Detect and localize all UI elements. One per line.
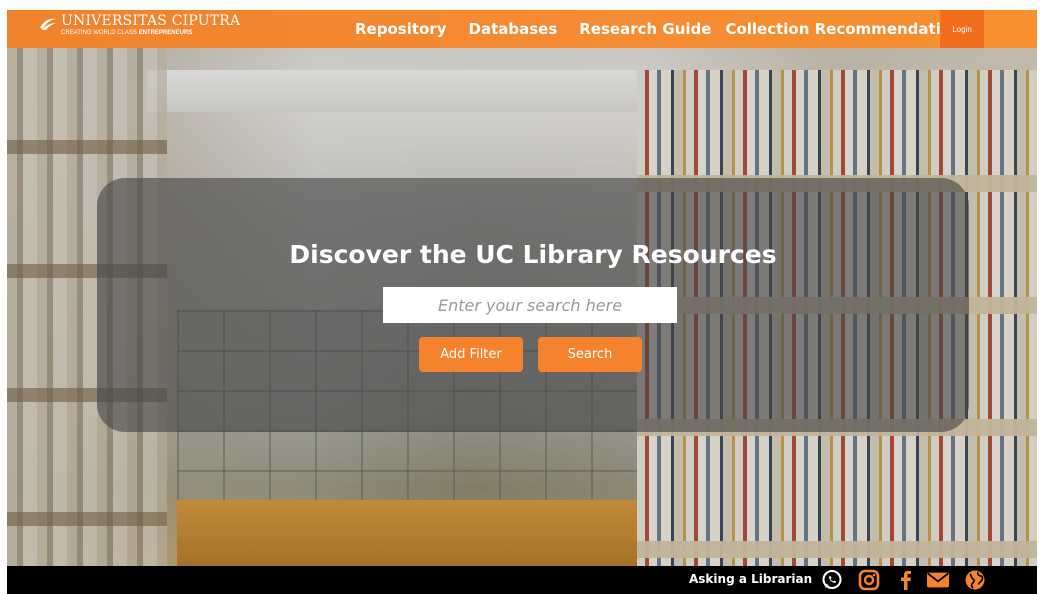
- hero-title: Discover the UC Library Resources: [289, 240, 777, 269]
- search-button[interactable]: Search: [538, 337, 642, 372]
- instagram-icon[interactable]: [857, 569, 881, 591]
- mail-icon[interactable]: [926, 569, 950, 591]
- globe-icon[interactable]: [963, 569, 987, 591]
- nav-databases[interactable]: Databases: [469, 20, 558, 38]
- facebook-icon[interactable]: [894, 569, 918, 591]
- ask-librarian-label: Asking a Librarian: [689, 572, 813, 586]
- search-input[interactable]: [383, 287, 677, 323]
- university-logo[interactable]: UNIVERSITAS CIPUTRA CREATING WORLD CLASS…: [39, 14, 240, 44]
- logo-name: UNIVERSITAS CIPUTRA: [61, 13, 241, 29]
- logo-swoosh-icon: [40, 18, 56, 30]
- top-navigation-bar: UNIVERSITAS CIPUTRA CREATING WORLD CLASS…: [7, 10, 1037, 48]
- nav-repository[interactable]: Repository: [355, 20, 447, 38]
- add-filter-button[interactable]: Add Filter: [419, 337, 523, 372]
- nav-collection-recommendation[interactable]: Collection Recommendation: [725, 20, 961, 38]
- login-button[interactable]: Login: [940, 10, 984, 48]
- nav-research-guide[interactable]: Research Guide: [579, 20, 711, 38]
- library-homepage: UNIVERSITAS CIPUTRA CREATING WORLD CLASS…: [0, 0, 1043, 594]
- logo-tagline: CREATING WORLD CLASS ENTREPRENEURS: [61, 30, 193, 36]
- whatsapp-icon[interactable]: [820, 569, 844, 591]
- search-panel: Discover the UC Library Resources Add Fi…: [97, 178, 969, 432]
- footer-bar: Asking a Librarian: [7, 566, 1037, 594]
- main-nav: Repository Databases Research Guide Coll…: [355, 10, 984, 48]
